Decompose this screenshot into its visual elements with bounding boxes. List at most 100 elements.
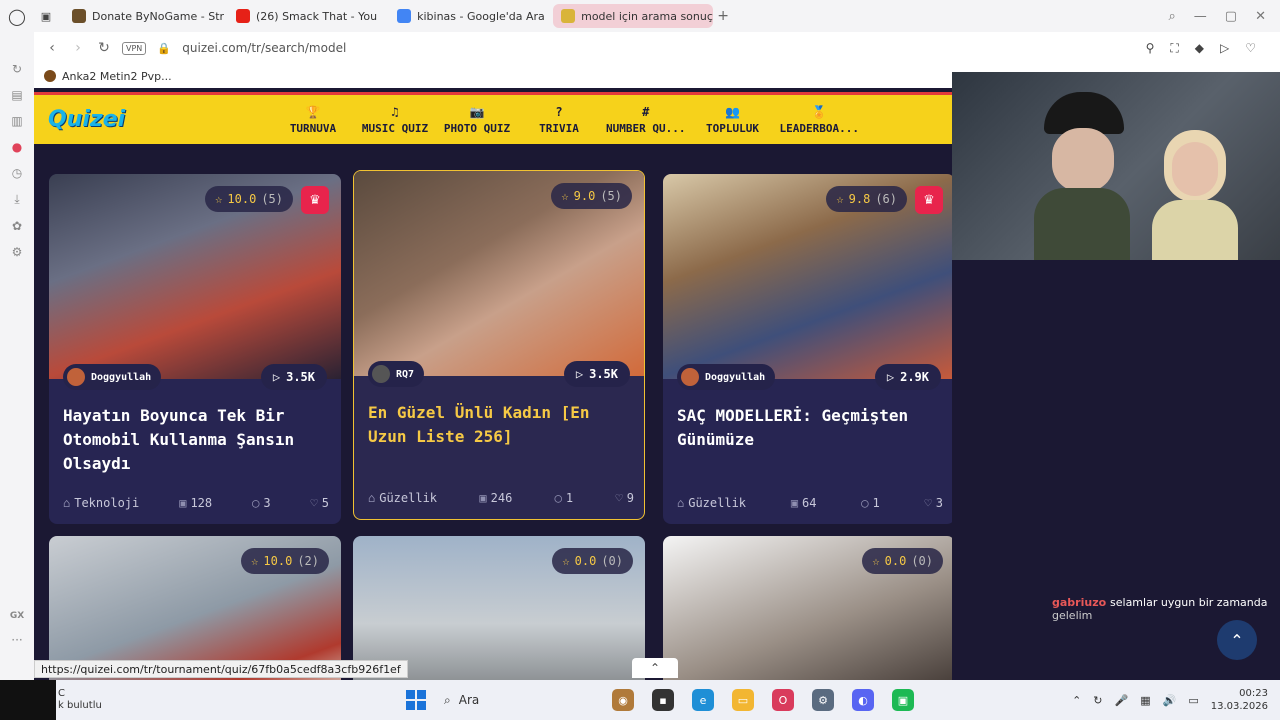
quiz-card-preview[interactable]: ☆ 0.0 (0) (353, 536, 645, 680)
weather-widget[interactable]: C k bulutlu (56, 688, 166, 712)
music-icon: ♫ (391, 104, 399, 119)
star-icon: ☆ (836, 192, 844, 206)
nav-item[interactable]: # NUMBER QU... (606, 105, 685, 135)
more-icon[interactable]: ··· (11, 633, 22, 647)
browser-tab[interactable]: Donate ByNoGame - Stre (64, 4, 224, 28)
quiz-card[interactable]: ☆ 9.8 (6) ♛ Doggyullah ▷ 2.9K SAÇ MODELLERİ: Ge… (663, 174, 952, 524)
nav-item[interactable]: 📷 PHOTO QUIZ (442, 105, 512, 135)
tab-favicon-icon (397, 9, 412, 23)
shield-icon[interactable]: ◆ (1195, 41, 1204, 56)
rating-value: 10.0 (263, 554, 293, 568)
tray-sync-icon[interactable]: ↻ (1093, 694, 1102, 707)
app-discord-icon[interactable]: ◐ (852, 689, 874, 711)
site-nav: 🏆 TURNUVA ♫ MUSIC QUIZ 📷 PHOTO QUIZ? TRIVIA # NU… (278, 105, 859, 135)
app-green-icon[interactable]: ▣ (892, 689, 914, 711)
nav-item[interactable]: 🏅 LEADERBOA... (779, 105, 858, 135)
browser-tab[interactable]: (26) Smack That - You (228, 4, 385, 28)
start-button[interactable] (406, 690, 426, 710)
app-game-icon[interactable]: ◉ (612, 689, 634, 711)
app-opera-icon[interactable]: O (772, 689, 794, 711)
site-logo[interactable]: Quizei (48, 107, 128, 132)
rating-value: 9.8 (848, 192, 871, 206)
quiz-title[interactable]: En Güzel Ünlü Kadın [En Uzun Liste 256] (368, 401, 630, 449)
quiz-title[interactable]: Hayatın Boyunca Tek Bir Otomobil Kullanm… (63, 404, 325, 476)
rating-value: 0.0 (574, 554, 597, 568)
rating-votes: (5) (600, 189, 622, 203)
workspaces-icon[interactable]: ▤ (11, 88, 22, 102)
tab-favicon-icon (236, 9, 250, 23)
quiz-title[interactable]: SAÇ MODELLERİ: Geçmişten Günümüze (677, 404, 939, 452)
category-value: Güzellik (688, 496, 747, 510)
tab-label: model için arama sonuçlar (581, 9, 714, 23)
collapse-caret-button[interactable]: ⌃ (632, 658, 678, 678)
search-tabs-icon[interactable]: ⌕ (1169, 9, 1176, 24)
gx-icon[interactable]: GX (10, 611, 24, 621)
nav-item[interactable]: 🏆 TURNUVA (278, 105, 348, 135)
tray-chevron-icon[interactable]: ⌃ (1072, 694, 1081, 707)
tab-manager-icon[interactable]: ▣ (34, 0, 58, 32)
snapshot-icon[interactable]: ⛶ (1170, 41, 1178, 56)
quiz-card[interactable]: ☆ 9.0 (5) RQ7 ▷ 3.5K En Güzel Ünlü Kadın [En U… (353, 170, 645, 520)
music-player-icon[interactable]: ● (12, 140, 22, 154)
play-value: 3.5K (286, 370, 315, 384)
quiz-meta: ⌂ Teknoloji ▣ 128 ◯ 3 ♡ 5 (63, 496, 329, 510)
browser-tab[interactable]: model için arama sonuçlar (553, 4, 714, 28)
item-count: ▣ 128 (179, 496, 212, 510)
browser-tab[interactable]: kibinas - Google'da Ara (389, 4, 549, 28)
chat-text: selamlar uygun bir zamanda (1110, 596, 1268, 609)
nav-item[interactable]: 👥 TOPLULUK (697, 105, 767, 135)
scroll-to-top-button[interactable]: ⌃ (1217, 620, 1257, 660)
quiz-card-preview[interactable]: ☆ 0.0 (0) (663, 536, 952, 680)
app-files-icon[interactable]: ▪ (652, 689, 674, 711)
clock[interactable]: 00:23 13.03.2026 (1211, 687, 1268, 713)
opera-logo-icon[interactable]: ◯ (0, 0, 34, 32)
person-left (1034, 92, 1130, 260)
app-edge-icon[interactable]: e (692, 689, 714, 711)
play-count: ▷ 2.9K (874, 364, 941, 390)
minimize-button[interactable]: — (1194, 9, 1207, 24)
settings-icon[interactable]: ⚙ (12, 245, 23, 259)
url-field[interactable]: quizei.com/tr/search/model (182, 41, 346, 55)
send-icon[interactable]: ▷ (1220, 41, 1229, 56)
author-chip[interactable]: RQ7 (368, 361, 425, 387)
app-explorer-icon[interactable]: ▭ (732, 689, 754, 711)
address-bar: ‹ › ↻ VPN 🔒 quizei.com/tr/search/model ⚲… (34, 32, 1280, 64)
quiz-card-preview[interactable]: ☆ 10.0 (2) (49, 536, 341, 680)
nav-item[interactable]: ♫ MUSIC QUIZ (360, 105, 430, 135)
windows-taskbar: C k bulutlu ⌕ Ara ◉ ▪ e ▭ O ⚙ ◐ ▣ ⌃ ↻ 🎤 … (0, 680, 1280, 720)
close-window-button[interactable]: ✕ (1255, 9, 1266, 24)
heart-icon[interactable]: ♡ (1245, 41, 1256, 56)
vpn-badge[interactable]: VPN (122, 41, 147, 55)
app-settings-icon[interactable]: ⚙ (812, 689, 834, 711)
play-value: 3.5K (589, 367, 618, 381)
battery-icon[interactable]: ▭ (1188, 694, 1198, 707)
taskbar-search[interactable]: ⌕ Ara (444, 693, 594, 708)
network-icon[interactable]: ▦ (1140, 694, 1150, 707)
bookmark-item[interactable]: Anka2 Metin2 Pvp... (62, 70, 172, 83)
reload-icon[interactable]: ↻ (96, 40, 112, 56)
question-icon: ? (555, 104, 563, 119)
nav-label: TRIVIA (539, 121, 579, 135)
author-chip[interactable]: Doggyullah (677, 364, 776, 390)
clock-time: 00:23 (1239, 688, 1268, 699)
maximize-button[interactable]: ▢ (1225, 9, 1237, 24)
quiz-card[interactable]: ☆ 10.0 (5) ♛ Doggyullah ▷ 3.5K Hayatın Boyunca … (49, 174, 341, 524)
new-tab-button[interactable]: + (713, 8, 733, 24)
downloads-icon[interactable]: ⤓ (14, 192, 19, 207)
history-icon[interactable]: ◷ (12, 166, 22, 180)
extensions-icon[interactable]: ✿ (12, 219, 22, 233)
news-icon[interactable]: ▥ (11, 114, 22, 128)
back-icon[interactable]: ‹ (44, 40, 60, 56)
author-chip[interactable]: Doggyullah (63, 364, 162, 390)
aria-icon[interactable]: ↻ (12, 62, 22, 76)
mic-icon[interactable]: 🎤 (1115, 694, 1129, 707)
forward-icon[interactable]: › (70, 40, 86, 56)
nav-item[interactable]: ? TRIVIA (524, 105, 594, 135)
like-icon: ♡ (924, 496, 932, 510)
stream-chat-message: gabriuzo selamlar uygun bir zamanda gele… (1052, 596, 1267, 622)
volume-icon[interactable]: 🔊 (1163, 694, 1177, 707)
pin-icon[interactable]: ⚲ (1146, 41, 1155, 56)
crown-icon: ♛ (915, 186, 943, 214)
category-value: Teknoloji (74, 496, 140, 510)
status-url-tooltip: https://quizei.com/tr/tournament/quiz/67… (34, 660, 408, 678)
